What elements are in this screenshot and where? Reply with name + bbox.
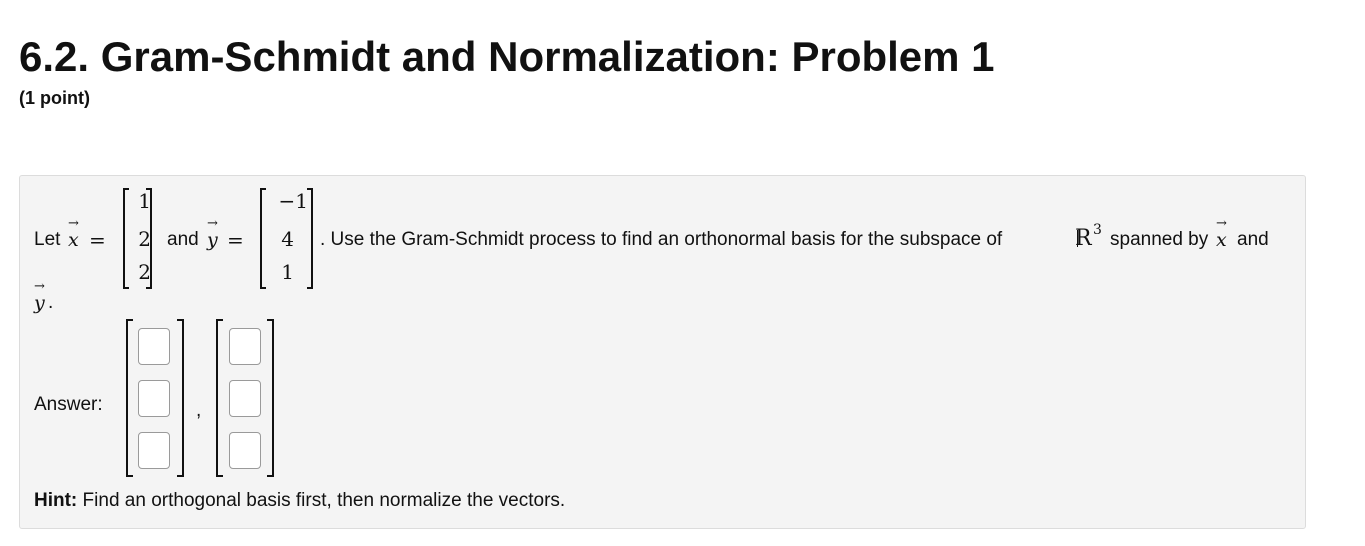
problem-card: Let → x = 1 2 2 and → y = −1 4 1 . Use the… [19,175,1306,529]
instruction-text: . Use the Gram-Schmidt process to find a… [320,229,1003,250]
hint-text: Find an orthogonal basis first, then nor… [82,490,566,511]
y-entry-3: 1 [281,260,294,284]
y-entry-2: 4 [281,227,294,251]
answer-vector-1-entry-3[interactable] [138,432,170,469]
answer-vector-1-entry-2[interactable] [138,380,170,417]
y-vector-symbol-2: → y [34,279,45,314]
answer-vector-2-entry-2[interactable] [229,380,261,417]
let-text: Let [34,229,61,250]
answer-label: Answer: [34,394,103,415]
x-vector-symbol-2: → x [1216,216,1227,251]
hint-label: Hint: [34,490,78,511]
points-label: (1 point) [19,88,90,108]
spanned-by-text: spanned by [1110,229,1209,250]
real-space-symbol: R [1075,226,1092,251]
page-title: 6.2. Gram-Schmidt and Normalization: Pro… [19,33,995,80]
equals-sign: = [89,228,106,252]
hint: Hint: Find an orthogonal basis first, th… [34,490,565,512]
and-text-2: and [1237,229,1269,250]
space-exponent: 3 [1093,222,1102,238]
and-text: and [167,229,199,250]
x-vector-symbol: → x [68,216,79,251]
equals-sign-2: = [227,228,244,252]
answer-vector-2-entry-1[interactable] [229,328,261,365]
y-vector-symbol: → y [207,216,218,251]
period: . [48,292,54,313]
answer-vector-2-entry-3[interactable] [229,432,261,469]
y-entry-1: −1 [278,189,308,213]
answer-vector-1-entry-1[interactable] [138,328,170,365]
vector-separator: , [196,400,202,421]
